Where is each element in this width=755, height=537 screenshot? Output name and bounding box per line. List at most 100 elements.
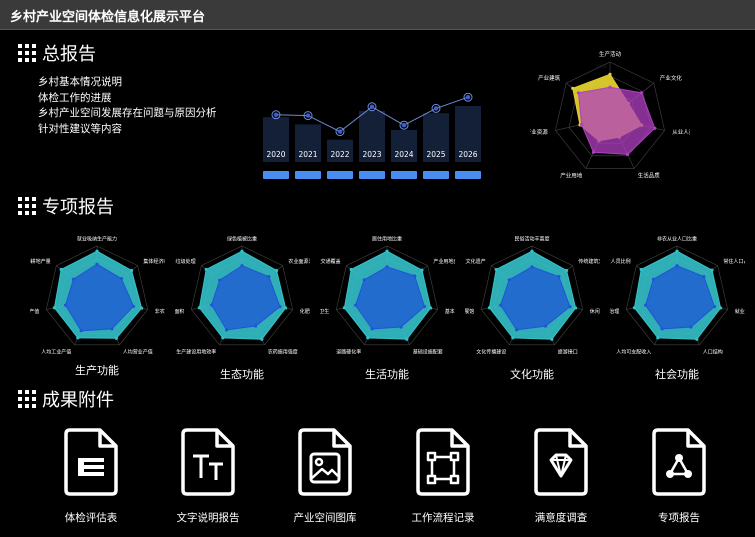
- radar-point[interactable]: [267, 275, 271, 279]
- radar-point[interactable]: [530, 249, 534, 253]
- radar-point[interactable]: [197, 306, 202, 310]
- radar-point[interactable]: [695, 337, 699, 341]
- radar-point[interactable]: [119, 276, 123, 281]
- radar-point[interactable]: [608, 85, 612, 89]
- radar-point[interactable]: [366, 336, 370, 340]
- bar-year-button[interactable]: [391, 171, 417, 179]
- radar-point[interactable]: [576, 91, 581, 95]
- radar-point[interactable]: [95, 262, 99, 266]
- radar-point[interactable]: [675, 264, 679, 268]
- radar-point[interactable]: [76, 336, 80, 340]
- radar-title-culture[interactable]: 文化功能: [487, 366, 577, 382]
- summary-item[interactable]: 体检工作的进展: [38, 91, 217, 107]
- attachment-text[interactable]: 文字说明报告: [153, 428, 263, 524]
- radar-point[interactable]: [225, 328, 229, 332]
- radar-point[interactable]: [59, 267, 63, 272]
- radar-point[interactable]: [253, 324, 258, 328]
- radar-point[interactable]: [274, 268, 279, 273]
- radar-point[interactable]: [543, 324, 548, 328]
- radar-point[interactable]: [353, 303, 358, 307]
- radar-point[interactable]: [557, 275, 561, 279]
- radar-point[interactable]: [240, 264, 244, 268]
- radar-point[interactable]: [643, 303, 648, 307]
- radar-point[interactable]: [530, 265, 534, 269]
- radar-point[interactable]: [564, 268, 569, 273]
- summary-item[interactable]: 乡村基本情况说明: [38, 75, 217, 91]
- radar-point[interactable]: [221, 336, 225, 340]
- radar-point[interactable]: [573, 306, 578, 310]
- radar-point[interactable]: [550, 337, 554, 341]
- trend-point-2024[interactable]: [401, 123, 407, 128]
- radar-point[interactable]: [131, 304, 136, 308]
- radar-point[interactable]: [114, 336, 119, 340]
- attachment-special-report[interactable]: 专项报告: [624, 428, 734, 524]
- radar-point[interactable]: [428, 306, 433, 310]
- radar-point[interactable]: [413, 274, 417, 278]
- radar-title-social[interactable]: 社会功能: [632, 366, 722, 382]
- radar-point[interactable]: [702, 275, 706, 279]
- attachment-table[interactable]: 体检评估表: [36, 428, 146, 524]
- radar-point[interactable]: [507, 278, 511, 282]
- radar-point[interactable]: [718, 306, 723, 310]
- attachment-survey[interactable]: 满意度调查: [506, 428, 616, 524]
- radar-point[interactable]: [209, 303, 214, 307]
- radar-point[interactable]: [515, 328, 519, 332]
- radar-point[interactable]: [420, 268, 424, 272]
- radar-point[interactable]: [63, 303, 68, 307]
- radar-point[interactable]: [385, 249, 389, 253]
- radar-point[interactable]: [349, 267, 353, 272]
- radar-point[interactable]: [140, 306, 144, 310]
- trend-point-2023[interactable]: [369, 104, 375, 109]
- radar-title-production[interactable]: 生产功能: [52, 362, 142, 378]
- radar-point[interactable]: [568, 305, 572, 309]
- attachment-workflow[interactable]: 工作流程记录: [388, 428, 498, 524]
- radar-point[interactable]: [95, 249, 99, 253]
- bar-year-button[interactable]: [263, 171, 289, 179]
- radar-point[interactable]: [283, 306, 288, 310]
- radar-point[interactable]: [494, 267, 498, 272]
- trend-point-2026[interactable]: [465, 95, 471, 100]
- radar-point[interactable]: [608, 72, 612, 76]
- attachment-gallery[interactable]: 产业空间图库: [270, 428, 380, 524]
- bar-year-button[interactable]: [327, 171, 353, 179]
- radar-point[interactable]: [342, 306, 347, 310]
- radar-point[interactable]: [675, 249, 679, 253]
- radar-point[interactable]: [571, 86, 575, 90]
- bar-year-button[interactable]: [295, 171, 321, 179]
- trend-point-2022[interactable]: [337, 129, 343, 134]
- radar-point[interactable]: [591, 150, 596, 154]
- radar-point[interactable]: [218, 278, 222, 282]
- trend-point-2021[interactable]: [305, 113, 311, 118]
- radar-point[interactable]: [362, 278, 366, 282]
- radar-point[interactable]: [422, 304, 427, 309]
- radar-point[interactable]: [625, 152, 630, 156]
- radar-point[interactable]: [511, 336, 515, 340]
- bar-year-button[interactable]: [423, 171, 449, 179]
- radar-point[interactable]: [632, 306, 637, 310]
- radar-point[interactable]: [639, 267, 643, 272]
- radar-point[interactable]: [580, 122, 584, 127]
- radar-point[interactable]: [260, 337, 264, 341]
- trend-point-2025[interactable]: [433, 106, 439, 111]
- bar-year-button[interactable]: [359, 171, 385, 179]
- radar-point[interactable]: [656, 336, 660, 340]
- radar-title-ecology[interactable]: 生态功能: [197, 366, 287, 382]
- radar-point[interactable]: [399, 325, 403, 329]
- radar-point[interactable]: [79, 329, 83, 333]
- radar-title-living[interactable]: 生活功能: [342, 366, 432, 382]
- radar-point[interactable]: [487, 306, 492, 310]
- radar-point[interactable]: [660, 327, 664, 331]
- radar-point[interactable]: [370, 327, 374, 331]
- radar-point[interactable]: [712, 304, 717, 309]
- radar-point[interactable]: [204, 267, 208, 272]
- radar-point[interactable]: [639, 91, 644, 95]
- radar-point[interactable]: [689, 325, 693, 329]
- radar-point[interactable]: [651, 277, 656, 281]
- radar-point[interactable]: [110, 327, 114, 331]
- bar-year-button[interactable]: [455, 171, 481, 179]
- radar-point[interactable]: [129, 268, 134, 273]
- radar-point[interactable]: [278, 305, 282, 309]
- summary-item[interactable]: 乡村产业空间发展存在问题与原因分析: [38, 106, 217, 122]
- radar-point[interactable]: [52, 306, 57, 310]
- summary-item[interactable]: 针对性建议等内容: [38, 122, 217, 138]
